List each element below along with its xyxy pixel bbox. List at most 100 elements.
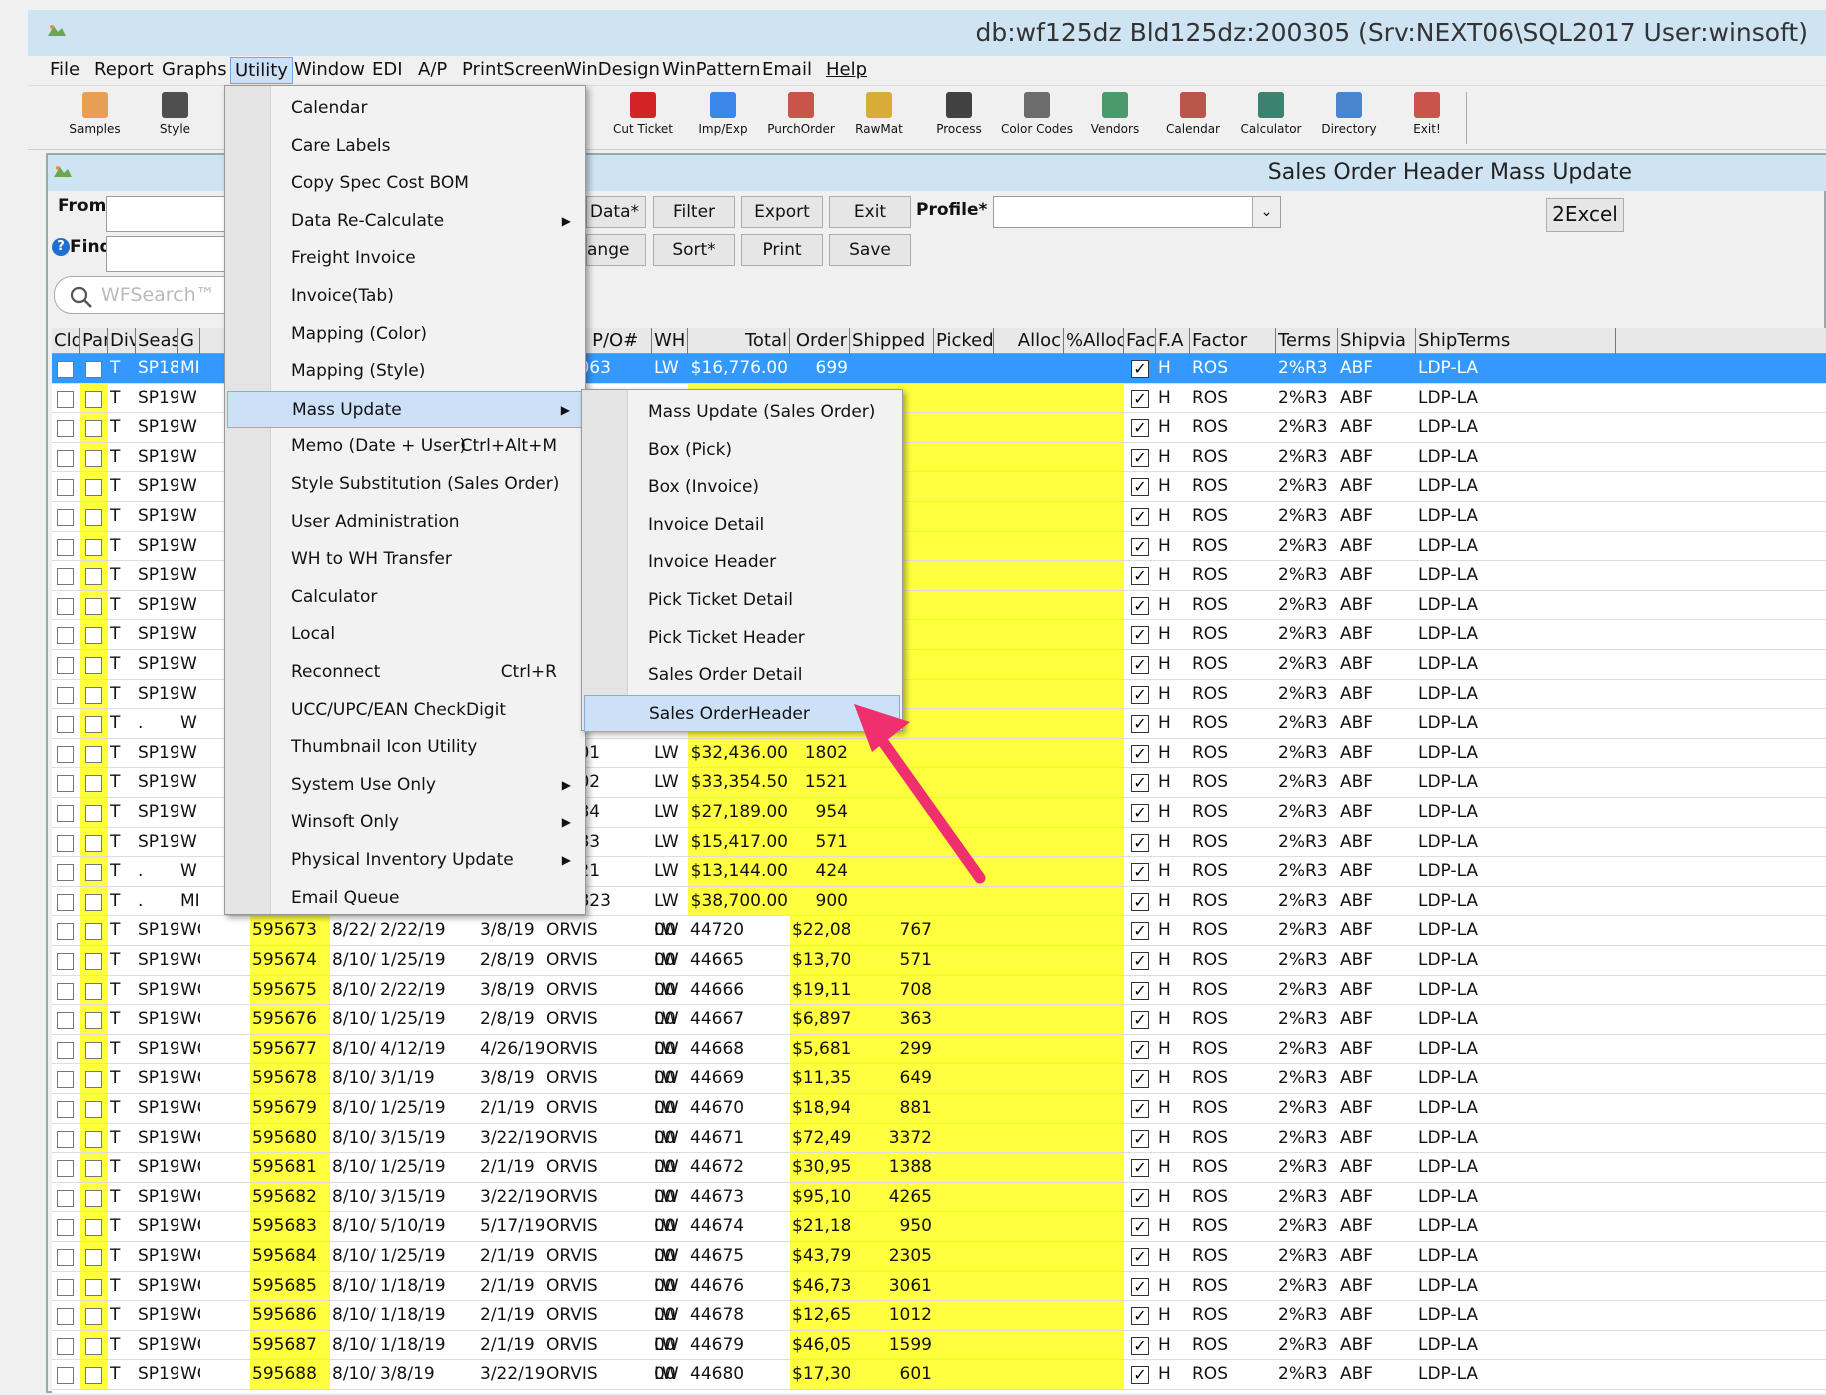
menu-item-reconnect[interactable]: Reconnect Ctrl+R xyxy=(227,654,583,691)
column-header[interactable]: %Alloc xyxy=(1064,328,1124,354)
closed-checkbox[interactable] xyxy=(57,1189,74,1207)
factor-checkbox[interactable]: ✓ xyxy=(1131,1159,1149,1178)
factor-checkbox[interactable]: ✓ xyxy=(1131,981,1149,1000)
table-row[interactable]: TSP19WOME5956788/10/183/1/193/8/19ORVIS0… xyxy=(52,1064,1826,1094)
menu-item-email-queue[interactable]: Email Queue xyxy=(227,880,583,917)
find-input[interactable] xyxy=(106,236,226,272)
closed-checkbox[interactable] xyxy=(57,1219,74,1237)
closed-checkbox[interactable] xyxy=(57,657,74,674)
factor-checkbox[interactable]: ✓ xyxy=(1131,1100,1149,1118)
closed-checkbox[interactable] xyxy=(57,627,74,645)
table-row[interactable]: T SP19WOME 5956738/22/182/22/19 3/8/19 ORVIS… xyxy=(52,916,1826,946)
partial-checkbox[interactable] xyxy=(85,1041,102,1059)
menu-item-system-use-only[interactable]: System Use Only ▶ xyxy=(227,767,583,804)
closed-checkbox[interactable] xyxy=(57,568,74,586)
closed-checkbox[interactable] xyxy=(57,834,74,852)
factor-checkbox[interactable]: ✓ xyxy=(1131,1218,1149,1237)
partial-checkbox[interactable] xyxy=(85,1249,102,1266)
factor-checkbox[interactable]: ✓ xyxy=(1131,656,1149,674)
menu-item-care-labels[interactable]: Care Labels xyxy=(227,128,583,165)
menu-utility[interactable]: Utility xyxy=(230,57,293,84)
column-header[interactable]: Terms xyxy=(1276,328,1338,354)
table-row[interactable]: T SP19WOME 5956848/10/181/25/19 2/1/19 ORVIS… xyxy=(52,1242,1826,1272)
closed-checkbox[interactable] xyxy=(57,1071,74,1089)
closed-checkbox[interactable] xyxy=(57,597,74,615)
factor-checkbox[interactable]: ✓ xyxy=(1131,567,1149,586)
partial-checkbox[interactable] xyxy=(85,1130,102,1148)
from-input[interactable] xyxy=(106,196,226,232)
closed-checkbox[interactable] xyxy=(57,1012,74,1030)
menu-edi[interactable]: EDI xyxy=(372,59,403,80)
menu-item-data-re-calculate[interactable]: Data Re-Calculate ▶ xyxy=(227,203,583,240)
closed-checkbox[interactable] xyxy=(57,745,74,763)
partial-checkbox[interactable] xyxy=(85,716,102,734)
menu-item-memo-date-user[interactable]: Memo (Date + User) Ctrl+Alt+M xyxy=(227,428,583,465)
menu-item-mapping-style[interactable]: Mapping (Style) xyxy=(227,353,583,390)
factor-checkbox[interactable]: ✓ xyxy=(1131,1011,1149,1030)
factor-checkbox[interactable]: ✓ xyxy=(1131,863,1149,882)
column-header[interactable]: Picked xyxy=(934,328,994,354)
column-header[interactable]: Shipvia xyxy=(1338,328,1416,354)
column-header[interactable]: Order xyxy=(790,328,850,354)
partial-checkbox[interactable] xyxy=(85,1189,102,1207)
table-row[interactable]: T SP19WOME 5956758/10/182/22/19 3/8/19 ORVIS… xyxy=(52,975,1826,1006)
column-header[interactable]: Total xyxy=(688,328,790,354)
factor-checkbox[interactable]: ✓ xyxy=(1131,922,1149,941)
export-excel-button[interactable]: 2Excel xyxy=(1546,198,1624,232)
partial-checkbox[interactable] xyxy=(85,953,102,970)
menu-item-invoice-tab[interactable]: Invoice(Tab) xyxy=(227,278,583,315)
table-row[interactable]: T SP19WOME 5956808/10/183/15/19 3/22/19ORVI… xyxy=(52,1123,1826,1154)
menu-item-local[interactable]: Local xyxy=(227,616,583,653)
menu-item-user-administration[interactable]: User Administration xyxy=(227,504,583,541)
partial-checkbox[interactable] xyxy=(85,538,102,556)
submenu-item-invoice-detail[interactable]: Invoice Detail xyxy=(584,507,900,544)
partial-checkbox[interactable] xyxy=(85,1160,102,1178)
factor-checkbox[interactable]: ✓ xyxy=(1131,804,1149,822)
factor-checkbox[interactable]: ✓ xyxy=(1131,744,1149,763)
closed-checkbox[interactable] xyxy=(57,686,74,704)
column-header[interactable]: Alloc xyxy=(994,328,1064,354)
color-codes-button[interactable]: Color Codes xyxy=(1000,90,1074,146)
table-row[interactable]: T SP19WOME 5956778/10/184/12/19 4/26/19ORVI… xyxy=(52,1034,1826,1065)
closed-checkbox[interactable] xyxy=(57,1101,74,1118)
profile-select[interactable]: ⌄ xyxy=(993,196,1281,228)
column-header[interactable]: Fac xyxy=(1124,328,1156,354)
column-header[interactable]: Cld xyxy=(52,328,80,354)
menu-item-physical-inventory-update[interactable]: Physical Inventory Update ▶ xyxy=(227,842,583,879)
submenu-item-box-invoice[interactable]: Box (Invoice) xyxy=(584,469,900,506)
column-header[interactable]: Par xyxy=(80,328,108,354)
closed-checkbox[interactable] xyxy=(57,1278,74,1296)
factor-checkbox[interactable]: ✓ xyxy=(1131,389,1149,408)
partial-checkbox[interactable] xyxy=(85,361,102,378)
table-row[interactable]: T SP19WOME 5956748/10/181/25/19 2/8/19 ORVIS… xyxy=(52,946,1826,976)
cut-ticket-button[interactable]: Cut Ticket xyxy=(606,90,680,146)
help-icon[interactable]: ? xyxy=(52,238,70,256)
raw-material-button[interactable]: RawMat xyxy=(842,90,916,146)
column-header[interactable]: WH xyxy=(652,328,688,354)
menu-item-copy-spec-cost-bom[interactable]: Copy Spec Cost BOM xyxy=(227,165,583,202)
factor-checkbox[interactable]: ✓ xyxy=(1131,1366,1149,1385)
menu-windesign[interactable]: WinDesign xyxy=(564,59,660,80)
menu-window[interactable]: Window xyxy=(294,59,365,80)
imp-exp-button[interactable]: Imp/Exp xyxy=(686,90,760,146)
partial-checkbox[interactable] xyxy=(85,449,102,467)
factor-checkbox[interactable]: ✓ xyxy=(1131,892,1149,911)
closed-checkbox[interactable] xyxy=(57,864,74,882)
closed-checkbox[interactable] xyxy=(57,716,74,734)
partial-checkbox[interactable] xyxy=(85,597,102,615)
purchase-order-button[interactable]: PurchOrder xyxy=(764,90,838,146)
factor-checkbox[interactable]: ✓ xyxy=(1131,1307,1149,1326)
submenu-item-pick-ticket-detail[interactable]: Pick Ticket Detail xyxy=(584,582,900,619)
menu-item-ucc-upc-ean-checkdigit[interactable]: UCC/UPC/EAN CheckDigit xyxy=(227,692,583,729)
partial-checkbox[interactable] xyxy=(85,982,102,1000)
factor-checkbox[interactable]: ✓ xyxy=(1131,833,1149,852)
partial-checkbox[interactable] xyxy=(85,627,102,645)
menu-item-freight-invoice[interactable]: Freight Invoice xyxy=(227,240,583,277)
partial-checkbox[interactable] xyxy=(85,1012,102,1030)
closed-checkbox[interactable] xyxy=(57,1337,74,1355)
column-header[interactable]: ShipTerms xyxy=(1416,328,1616,354)
change-button[interactable]: ange xyxy=(586,234,646,266)
menu-item-thumbnail-icon-utility[interactable]: Thumbnail Icon Utility xyxy=(227,729,583,766)
factor-checkbox[interactable]: ✓ xyxy=(1131,537,1149,556)
closed-checkbox[interactable] xyxy=(57,1130,74,1148)
